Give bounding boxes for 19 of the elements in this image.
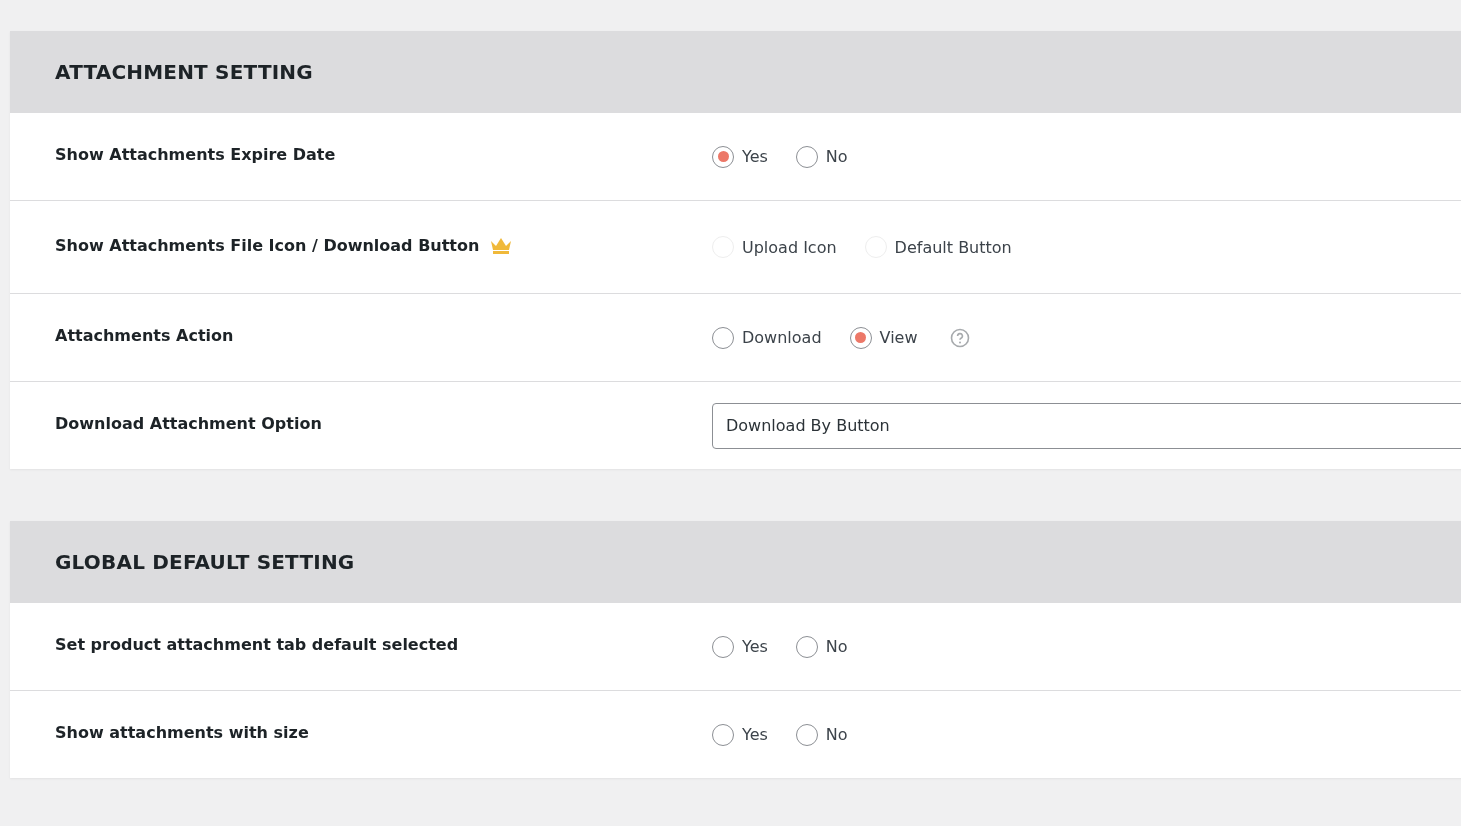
setting-label: Download Attachment Option (55, 414, 322, 433)
section-title: GLOBAL DEFAULT SETTING (10, 521, 1461, 603)
radio-option[interactable]: Yes (712, 635, 768, 658)
setting-label: Attachments Action (55, 326, 234, 345)
radio-option[interactable]: No (795, 723, 848, 746)
radio-option[interactable]: Yes (712, 723, 768, 746)
radio-option[interactable]: Download (712, 326, 822, 349)
crown-icon (489, 236, 514, 254)
help-icon[interactable] (949, 327, 970, 348)
setting-label: Show Attachments File Icon / Download Button (55, 235, 480, 255)
select-field[interactable]: Download By Button (712, 402, 1461, 449)
section-title: ATTACHMENT SETTING (10, 31, 1461, 113)
setting-label: Show attachments with size (55, 723, 309, 742)
radio-option[interactable]: No (795, 145, 848, 168)
setting-label: Set product attachment tab default selected (55, 635, 459, 654)
radio-option[interactable]: Yes (712, 145, 768, 168)
setting-label: Show Attachments Expire Date (55, 145, 336, 164)
radio-option[interactable]: View (849, 326, 918, 349)
radio-option[interactable]: No (795, 635, 848, 658)
